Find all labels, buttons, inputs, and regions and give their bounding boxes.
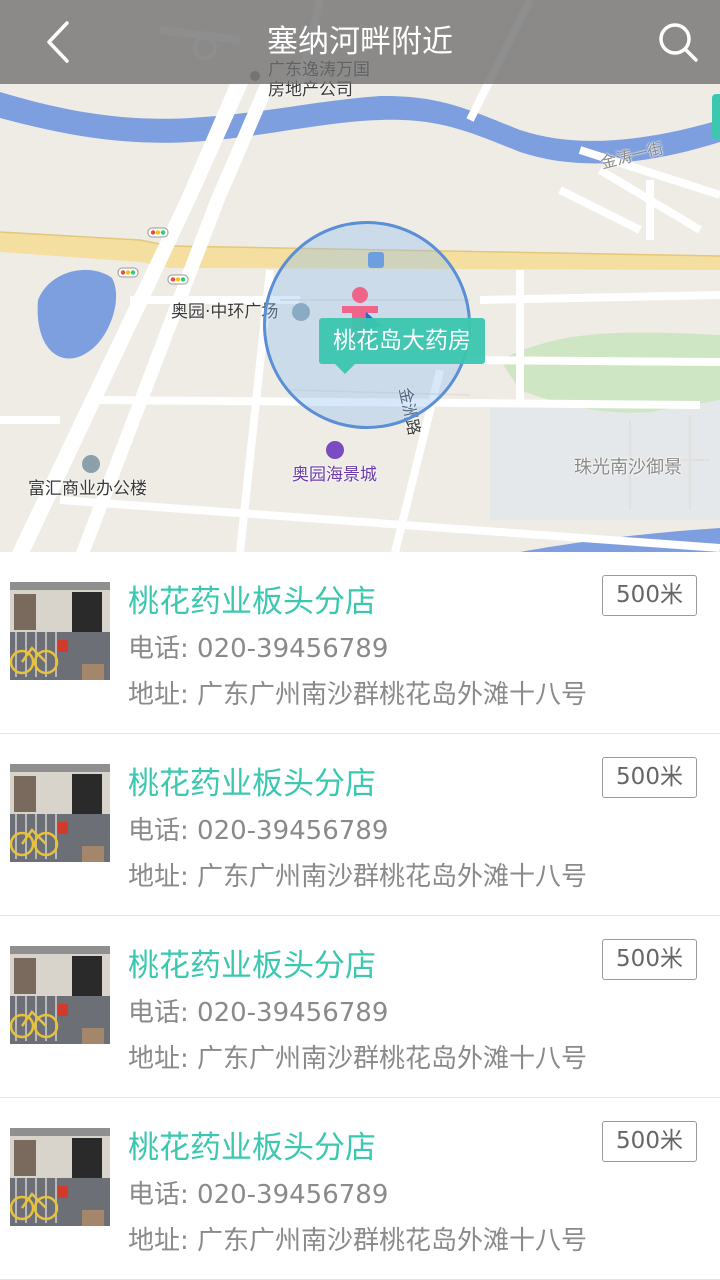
- map-callout[interactable]: 桃花岛大药房: [319, 318, 485, 374]
- map-label-office: 富汇商业办公楼: [28, 479, 147, 499]
- distance-badge: 500米: [602, 939, 697, 980]
- store-thumbnail: [10, 1128, 110, 1226]
- store-address: 地址: 广东广州南沙群桃花岛外滩十八号: [128, 680, 588, 710]
- top-bar: 塞纳河畔附近: [0, 0, 720, 84]
- store-thumbnail: [10, 764, 110, 862]
- store-list: 桃花药业板头分店 电话: 020-39456789 地址: 广东广州南沙群桃花岛…: [0, 552, 720, 1280]
- store-phone[interactable]: 电话: 020-39456789: [128, 1174, 388, 1211]
- distance-badge: 500米: [602, 1121, 697, 1162]
- store-address: 地址: 广东广州南沙群桃花岛外滩十八号: [128, 862, 588, 892]
- back-button[interactable]: [30, 14, 86, 70]
- shopping-bag-icon: [326, 441, 344, 459]
- distance-badge: 500米: [602, 757, 697, 798]
- store-list-item[interactable]: 桃花药业板头分店 电话: 020-39456789 地址: 广东广州南沙群桃花岛…: [0, 734, 720, 916]
- distance-badge: 500米: [602, 575, 697, 616]
- store-list-item[interactable]: 桃花药业板头分店 电话: 020-39456789 地址: 广东广州南沙群桃花岛…: [0, 552, 720, 734]
- store-name: 桃花药业板头分店: [128, 948, 376, 984]
- map-label-mall: 奥园海景城: [292, 465, 377, 485]
- store-phone[interactable]: 电话: 020-39456789: [128, 628, 388, 665]
- store-address: 地址: 广东广州南沙群桃花岛外滩十八号: [128, 1226, 588, 1256]
- store-list-item[interactable]: 桃花药业板头分店 电话: 020-39456789 地址: 广东广州南沙群桃花岛…: [0, 1098, 720, 1280]
- store-name: 桃花药业板头分店: [128, 1130, 376, 1166]
- store-list-item[interactable]: 桃花药业板头分店 电话: 020-39456789 地址: 广东广州南沙群桃花岛…: [0, 916, 720, 1098]
- map-label-estate: 珠光南沙御景: [574, 457, 682, 478]
- map-side-tab[interactable]: [712, 94, 720, 140]
- store-name: 桃花药业板头分店: [128, 766, 376, 802]
- building-icon: [82, 455, 100, 473]
- store-thumbnail: [10, 946, 110, 1044]
- store-thumbnail: [10, 582, 110, 680]
- page-title: 塞纳河畔附近: [267, 24, 453, 60]
- search-button[interactable]: [650, 14, 706, 70]
- search-icon: [659, 23, 698, 62]
- store-phone[interactable]: 电话: 020-39456789: [128, 992, 388, 1029]
- store-address: 地址: 广东广州南沙群桃花岛外滩十八号: [128, 1044, 588, 1074]
- store-phone[interactable]: 电话: 020-39456789: [128, 810, 388, 847]
- store-name: 桃花药业板头分店: [128, 584, 376, 620]
- chevron-left-icon: [47, 21, 69, 63]
